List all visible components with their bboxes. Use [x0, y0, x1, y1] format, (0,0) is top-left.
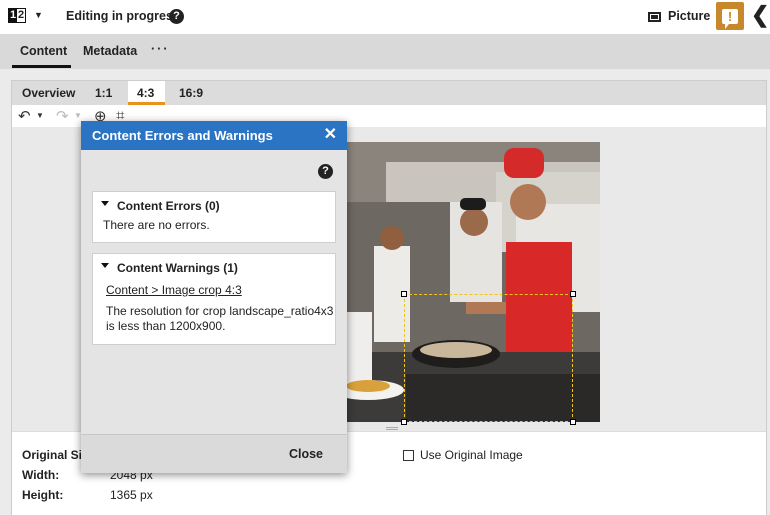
- crop-handle-bottom-right[interactable]: [570, 419, 576, 425]
- undo-icon[interactable]: ↶: [18, 107, 31, 125]
- use-original-checkbox[interactable]: [403, 450, 414, 461]
- doc-icon-left: 1: [9, 9, 17, 22]
- crop-tab-4-3[interactable]: 4:3: [137, 86, 154, 100]
- warning-link[interactable]: Content > Image crop 4:3: [106, 283, 242, 297]
- collapse-warnings-icon[interactable]: [101, 263, 109, 268]
- tab-more[interactable]: ···: [151, 42, 170, 56]
- height-label: Height:: [22, 488, 64, 502]
- errors-text: There are no errors.: [103, 218, 210, 232]
- redo-dropdown-icon[interactable]: ▼: [74, 111, 82, 120]
- crop-handle-bottom-left[interactable]: [401, 419, 407, 425]
- width-label: Width:: [22, 468, 60, 482]
- dialog-title: Content Errors and Warnings: [92, 128, 273, 143]
- height-value: 1365 px: [110, 488, 153, 502]
- undo-dropdown-icon[interactable]: ▼: [36, 111, 44, 120]
- dialog-header: Content Errors and Warnings ✕: [81, 121, 347, 150]
- crop-tab-1-1[interactable]: 1:1: [95, 86, 112, 100]
- help-icon[interactable]: ?: [169, 9, 184, 24]
- content-warnings-section: Content Warnings (1) Content > Image cro…: [92, 253, 336, 345]
- crop-tabs: Overview 1:1 4:3 16:9: [12, 81, 766, 105]
- content-errors-title[interactable]: Content Errors (0): [117, 199, 220, 213]
- tab-content[interactable]: Content: [20, 44, 67, 58]
- dialog-footer: Close: [81, 434, 347, 473]
- content-warnings-title[interactable]: Content Warnings (1): [117, 261, 238, 275]
- dialog-help-icon[interactable]: ?: [318, 164, 333, 179]
- content-type-label: Picture: [668, 9, 711, 23]
- status-label: Editing in progress: [66, 9, 180, 23]
- chevron-left-icon[interactable]: ❮: [751, 4, 769, 26]
- close-icon[interactable]: ✕: [324, 126, 337, 144]
- chevron-down-icon[interactable]: ▼: [34, 10, 43, 20]
- crop-handle-top-left[interactable]: [401, 291, 407, 297]
- tab-metadata[interactable]: Metadata: [83, 44, 137, 58]
- redo-icon[interactable]: ↷: [56, 107, 69, 125]
- tab-bar: Content Metadata ···: [0, 34, 770, 69]
- warning-message: The resolution for crop landscape_ratio4…: [106, 304, 334, 333]
- warning-icon: !: [722, 8, 738, 29]
- top-bar: 1 2 ▼ Editing in progress ? Picture ! ❮: [0, 0, 770, 34]
- document-type-icon[interactable]: 1 2: [8, 8, 26, 23]
- close-button[interactable]: Close: [289, 447, 323, 461]
- picture-icon: [648, 12, 661, 22]
- active-tab-indicator: [12, 65, 71, 68]
- crop-handle-top-right[interactable]: [570, 291, 576, 297]
- resize-grip[interactable]: [386, 427, 398, 430]
- crop-tab-16-9[interactable]: 16:9: [179, 86, 203, 100]
- crop-tab-overview[interactable]: Overview: [22, 86, 75, 100]
- collapse-errors-icon[interactable]: [101, 201, 109, 206]
- doc-icon-right: 2: [17, 9, 25, 21]
- content-errors-section: Content Errors (0) There are no errors.: [92, 191, 336, 243]
- use-original-label[interactable]: Use Original Image: [420, 448, 523, 462]
- warnings-button[interactable]: !: [716, 2, 744, 30]
- errors-warnings-dialog: Content Errors and Warnings ✕ ? Content …: [81, 121, 347, 473]
- crop-selection-box[interactable]: [404, 294, 573, 422]
